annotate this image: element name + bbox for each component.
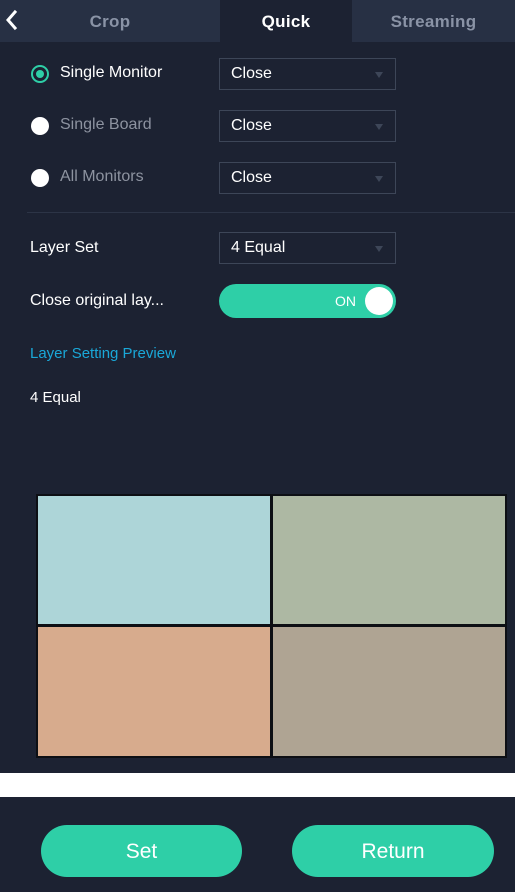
- single-board-select-value: Close: [231, 117, 272, 134]
- return-button[interactable]: Return: [292, 825, 494, 877]
- quick-layer-panel: Crop Quick Streaming Single Monitor Clos…: [0, 0, 515, 773]
- section-divider: [27, 212, 515, 213]
- single-monitor-label: Single Monitor: [60, 64, 163, 81]
- tab-quick[interactable]: Quick: [220, 0, 352, 42]
- layer-cell-4[interactable]: [273, 627, 505, 756]
- chevron-down-icon: [375, 246, 383, 252]
- preview-layout-name: 4 Equal: [30, 389, 81, 406]
- chevron-down-icon: [375, 124, 383, 130]
- tab-streaming[interactable]: Streaming: [352, 0, 515, 42]
- layer-cell-2[interactable]: [273, 496, 505, 624]
- toggle-knob: [365, 287, 393, 315]
- single-monitor-select-value: Close: [231, 65, 272, 82]
- close-original-label: Close original lay...: [30, 292, 164, 309]
- layer-preview-grid: [36, 494, 507, 758]
- layer-set-label: Layer Set: [30, 239, 99, 256]
- radio-single-board[interactable]: [31, 117, 49, 135]
- single-board-select[interactable]: Close: [219, 110, 396, 142]
- tab-crop[interactable]: Crop: [0, 0, 220, 42]
- single-board-label: Single Board: [60, 116, 152, 133]
- layer-cell-1[interactable]: [38, 496, 270, 624]
- layer-set-select[interactable]: 4 Equal: [219, 232, 396, 264]
- toggle-state-text: ON: [335, 293, 356, 309]
- all-monitors-select[interactable]: Close: [219, 162, 396, 194]
- layer-setting-preview-link[interactable]: Layer Setting Preview: [30, 345, 176, 362]
- radio-all-monitors[interactable]: [31, 169, 49, 187]
- layer-cell-3[interactable]: [38, 627, 270, 756]
- chevron-down-icon: [375, 176, 383, 182]
- radio-single-monitor[interactable]: [31, 65, 49, 83]
- single-monitor-select[interactable]: Close: [219, 58, 396, 90]
- chevron-down-icon: [375, 72, 383, 78]
- layer-set-select-value: 4 Equal: [231, 239, 286, 256]
- all-monitors-label: All Monitors: [60, 168, 144, 185]
- close-original-toggle[interactable]: ON: [219, 284, 396, 318]
- back-arrow-icon[interactable]: [4, 8, 20, 32]
- set-button[interactable]: Set: [41, 825, 242, 877]
- tab-bar: Crop Quick Streaming: [0, 0, 515, 42]
- all-monitors-select-value: Close: [231, 169, 272, 186]
